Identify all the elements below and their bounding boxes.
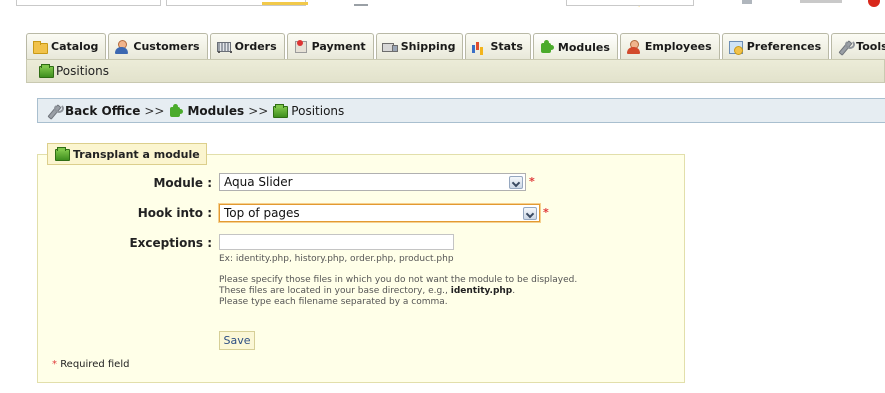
preferences-icon xyxy=(728,40,743,55)
required-marker: * xyxy=(543,206,549,219)
top-header-strip xyxy=(0,0,885,12)
tab-label: Tools xyxy=(856,40,885,53)
tab-catalog[interactable]: Catalog xyxy=(26,33,107,59)
logout-icon[interactable] xyxy=(868,0,880,7)
orders-icon xyxy=(216,40,232,54)
required-marker: * xyxy=(529,175,535,188)
exceptions-label: Exceptions : xyxy=(129,236,212,250)
header-link[interactable] xyxy=(800,0,842,3)
tab-preferences[interactable]: Preferences xyxy=(721,33,830,59)
tab-employees[interactable]: Employees xyxy=(619,33,720,59)
tab-label: Customers xyxy=(133,40,200,53)
tools-icon xyxy=(837,39,856,54)
breadcrumb-modules[interactable]: Modules xyxy=(187,104,244,118)
tab-label: Stats xyxy=(490,40,523,53)
exceptions-help-2: These files are located in your base dir… xyxy=(219,286,515,297)
hook-label: Hook into : xyxy=(137,206,212,220)
modules-icon xyxy=(168,103,183,118)
tab-stats[interactable]: Stats xyxy=(465,33,531,59)
header-field xyxy=(16,0,161,6)
module-select[interactable]: Aqua Slider xyxy=(219,173,526,191)
hook-select[interactable]: Top of pages xyxy=(219,204,540,222)
stats-icon xyxy=(471,40,486,54)
tab-label: Payment xyxy=(311,40,366,53)
required-field-note: * Required field xyxy=(52,359,129,370)
breadcrumb: Back Office >> Modules >> Positions xyxy=(37,98,885,123)
customers-icon xyxy=(114,39,129,54)
payment-icon xyxy=(293,39,308,54)
tab-label: Employees xyxy=(644,40,712,53)
help-text: . xyxy=(512,286,516,296)
header-highlight xyxy=(262,2,308,5)
header-button[interactable] xyxy=(742,0,752,4)
header-search-field[interactable] xyxy=(566,0,694,6)
wrench-icon xyxy=(46,103,64,118)
tab-label: Preferences xyxy=(746,40,822,53)
chevron-down-icon[interactable] xyxy=(509,176,523,189)
tab-orders[interactable]: Orders xyxy=(209,33,285,59)
hook-select-value: Top of pages xyxy=(224,206,300,220)
tab-modules[interactable]: Modules xyxy=(532,33,618,60)
exceptions-help-3: Please type each filename separated by a… xyxy=(219,297,448,307)
tab-label: Catalog xyxy=(51,40,99,53)
tab-tools[interactable]: Tools xyxy=(831,33,885,59)
modules-icon xyxy=(539,40,554,54)
chevron-down-icon[interactable] xyxy=(523,207,537,220)
fieldset-legend: Transplant a module xyxy=(47,143,207,165)
tab-label: Modules xyxy=(557,40,610,54)
tab-label: Orders xyxy=(234,40,277,53)
exceptions-example: Ex: identity.php, history.php, order.php… xyxy=(219,254,454,264)
legend-title: Transplant a module xyxy=(73,147,200,161)
breadcrumb-back-office[interactable]: Back Office xyxy=(65,104,140,118)
breadcrumb-positions: Positions xyxy=(291,103,345,118)
tab-label: Shipping xyxy=(400,40,456,53)
tab-payment[interactable]: Payment xyxy=(286,33,374,59)
module-select-value: Aqua Slider xyxy=(224,175,293,189)
breadcrumb-separator: >> xyxy=(248,103,269,118)
module-icon xyxy=(54,147,70,161)
help-text: These files are located in your base dir… xyxy=(219,286,451,296)
folder-icon xyxy=(32,40,48,54)
module-label: Module : xyxy=(153,176,212,190)
shipping-icon xyxy=(381,40,398,54)
header-divider xyxy=(354,4,368,6)
help-filename: identity.php xyxy=(450,286,513,296)
required-marker: * xyxy=(52,359,57,370)
positions-icon xyxy=(38,64,54,78)
positions-icon xyxy=(272,103,289,118)
save-button[interactable]: Save xyxy=(219,331,255,350)
tab-customers[interactable]: Customers xyxy=(108,33,208,59)
tab-shipping[interactable]: Shipping xyxy=(375,33,464,59)
required-note-text: Required field xyxy=(60,359,130,370)
exceptions-input[interactable] xyxy=(219,234,454,250)
exceptions-help-1: Please specify those files in which you … xyxy=(219,275,578,285)
breadcrumb-separator: >> xyxy=(144,103,165,118)
employees-icon xyxy=(626,39,641,54)
subtab-bar: Positions xyxy=(26,59,885,83)
subtab-positions[interactable]: Positions xyxy=(56,64,109,78)
main-tabs: Catalog Customers Orders Payment Shippin… xyxy=(26,33,885,60)
